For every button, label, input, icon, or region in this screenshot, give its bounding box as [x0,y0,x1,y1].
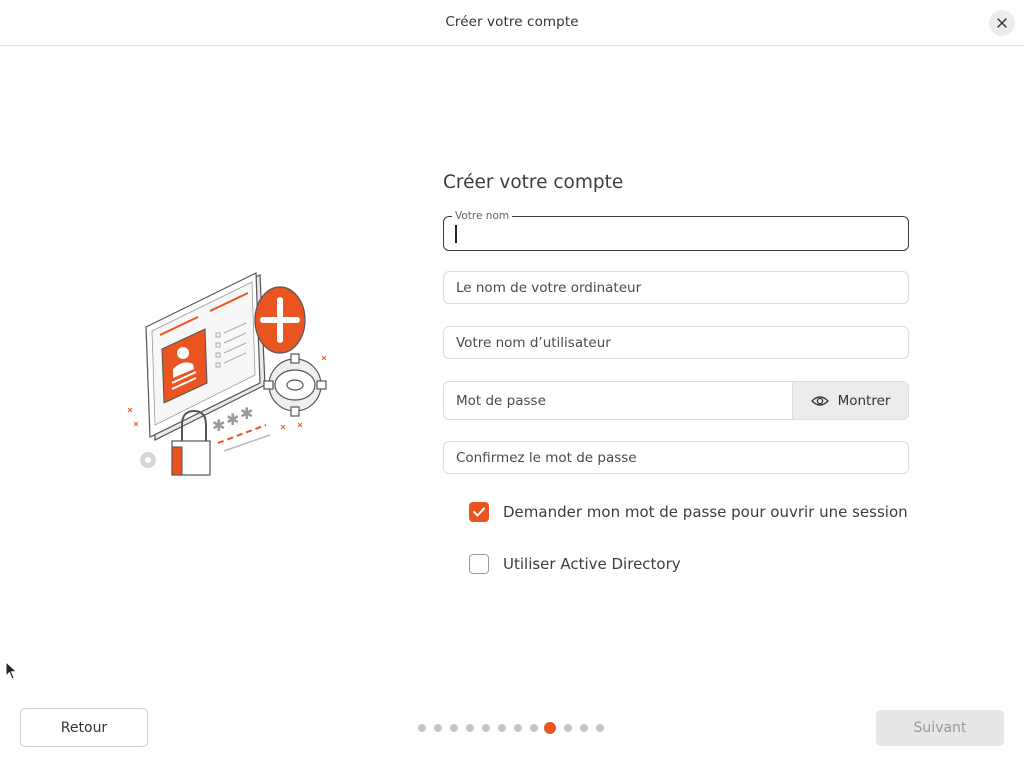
progress-dot [530,724,538,732]
active-directory-label: Utiliser Active Directory [503,555,681,573]
title-bar: Créer votre compte [0,0,1024,46]
progress-dot-current [544,722,556,734]
require-password-label: Demander mon mot de passe pour ouvrir un… [503,503,908,521]
progress-dot [434,724,442,732]
username-placeholder: Votre nom d’utilisateur [456,335,611,351]
password-input[interactable]: Mot de passe Montrer [443,381,909,420]
checkmark-icon [473,507,485,517]
progress-dot [466,724,474,732]
progress-dot [596,724,604,732]
svg-text:✱: ✱ [226,410,239,429]
next-button[interactable]: Suivant [876,710,1004,746]
password-placeholder: Mot de passe [456,393,546,409]
username-input[interactable]: Votre nom d’utilisateur [443,326,909,359]
require-password-option[interactable]: Demander mon mot de passe pour ouvrir un… [469,502,908,522]
progress-dot [418,724,426,732]
mouse-cursor-icon [5,661,18,680]
progress-dot [564,724,572,732]
account-security-illustration-icon: ✱ ✱ ✱ [127,272,327,476]
close-button[interactable] [989,10,1015,36]
show-password-button[interactable]: Montrer [792,382,908,419]
text-caret [455,225,457,243]
confirm-password-input[interactable]: Confirmez le mot de passe [443,441,909,474]
close-icon [997,18,1007,28]
progress-dot [482,724,490,732]
eye-icon [810,395,829,406]
window-title: Créer votre compte [445,14,579,30]
show-password-label: Montrer [837,392,891,409]
full-name-floating-label: Votre nom [452,210,513,222]
require-password-checkbox[interactable] [469,502,489,522]
svg-text:✱: ✱ [212,416,225,435]
active-directory-checkbox[interactable] [469,554,489,574]
svg-text:✱: ✱ [240,404,253,423]
back-button[interactable]: Retour [20,708,148,747]
computer-name-input[interactable]: Le nom de votre ordinateur [443,271,909,304]
progress-dot [498,724,506,732]
form-heading: Créer votre compte [443,172,624,193]
progress-dot [450,724,458,732]
progress-dot [580,724,588,732]
progress-dot [514,724,522,732]
computer-name-placeholder: Le nom de votre ordinateur [456,280,642,296]
active-directory-option[interactable]: Utiliser Active Directory [469,554,681,574]
account-illustration: ✱ ✱ ✱ [120,265,340,485]
confirm-password-placeholder: Confirmez le mot de passe [456,450,637,466]
full-name-input[interactable]: Votre nom [443,210,909,251]
